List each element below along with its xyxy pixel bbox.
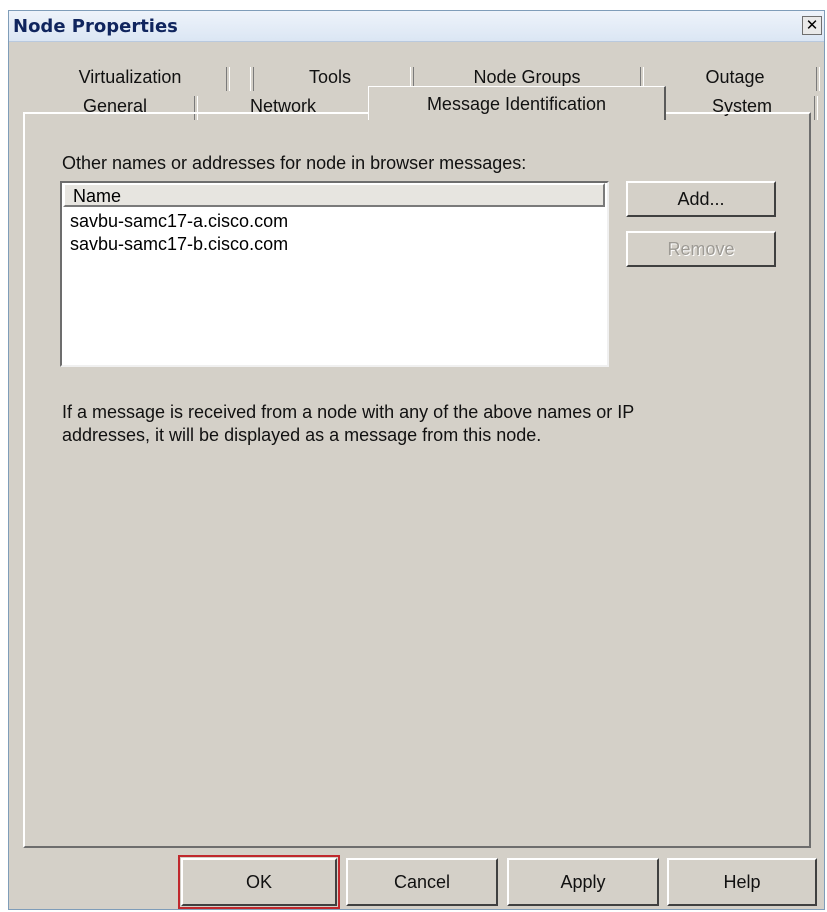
apply-button[interactable]: Apply (507, 858, 659, 906)
title-bar: Node Properties ✕ (9, 11, 824, 42)
help-button[interactable]: Help (667, 858, 817, 906)
ok-button-highlight (178, 855, 340, 909)
tab-virtualization-label: Virtualization (78, 67, 182, 87)
tab-tools-label: Tools (308, 67, 352, 87)
close-icon: ✕ (805, 16, 819, 34)
tab-message-identification[interactable]: Message Identification (368, 86, 666, 120)
tab-outage-label: Outage (705, 67, 765, 87)
close-button[interactable]: ✕ (802, 16, 822, 35)
window-title: Node Properties (13, 16, 178, 37)
tab-outage[interactable]: Outage (650, 64, 820, 92)
tab-message-identification-label: Message Identification (426, 94, 607, 114)
tab-node-groups-label: Node Groups (473, 67, 581, 87)
cancel-button[interactable]: Cancel (346, 858, 498, 906)
tab-virtualization[interactable]: Virtualization (30, 64, 230, 92)
tab-panel (23, 112, 811, 848)
